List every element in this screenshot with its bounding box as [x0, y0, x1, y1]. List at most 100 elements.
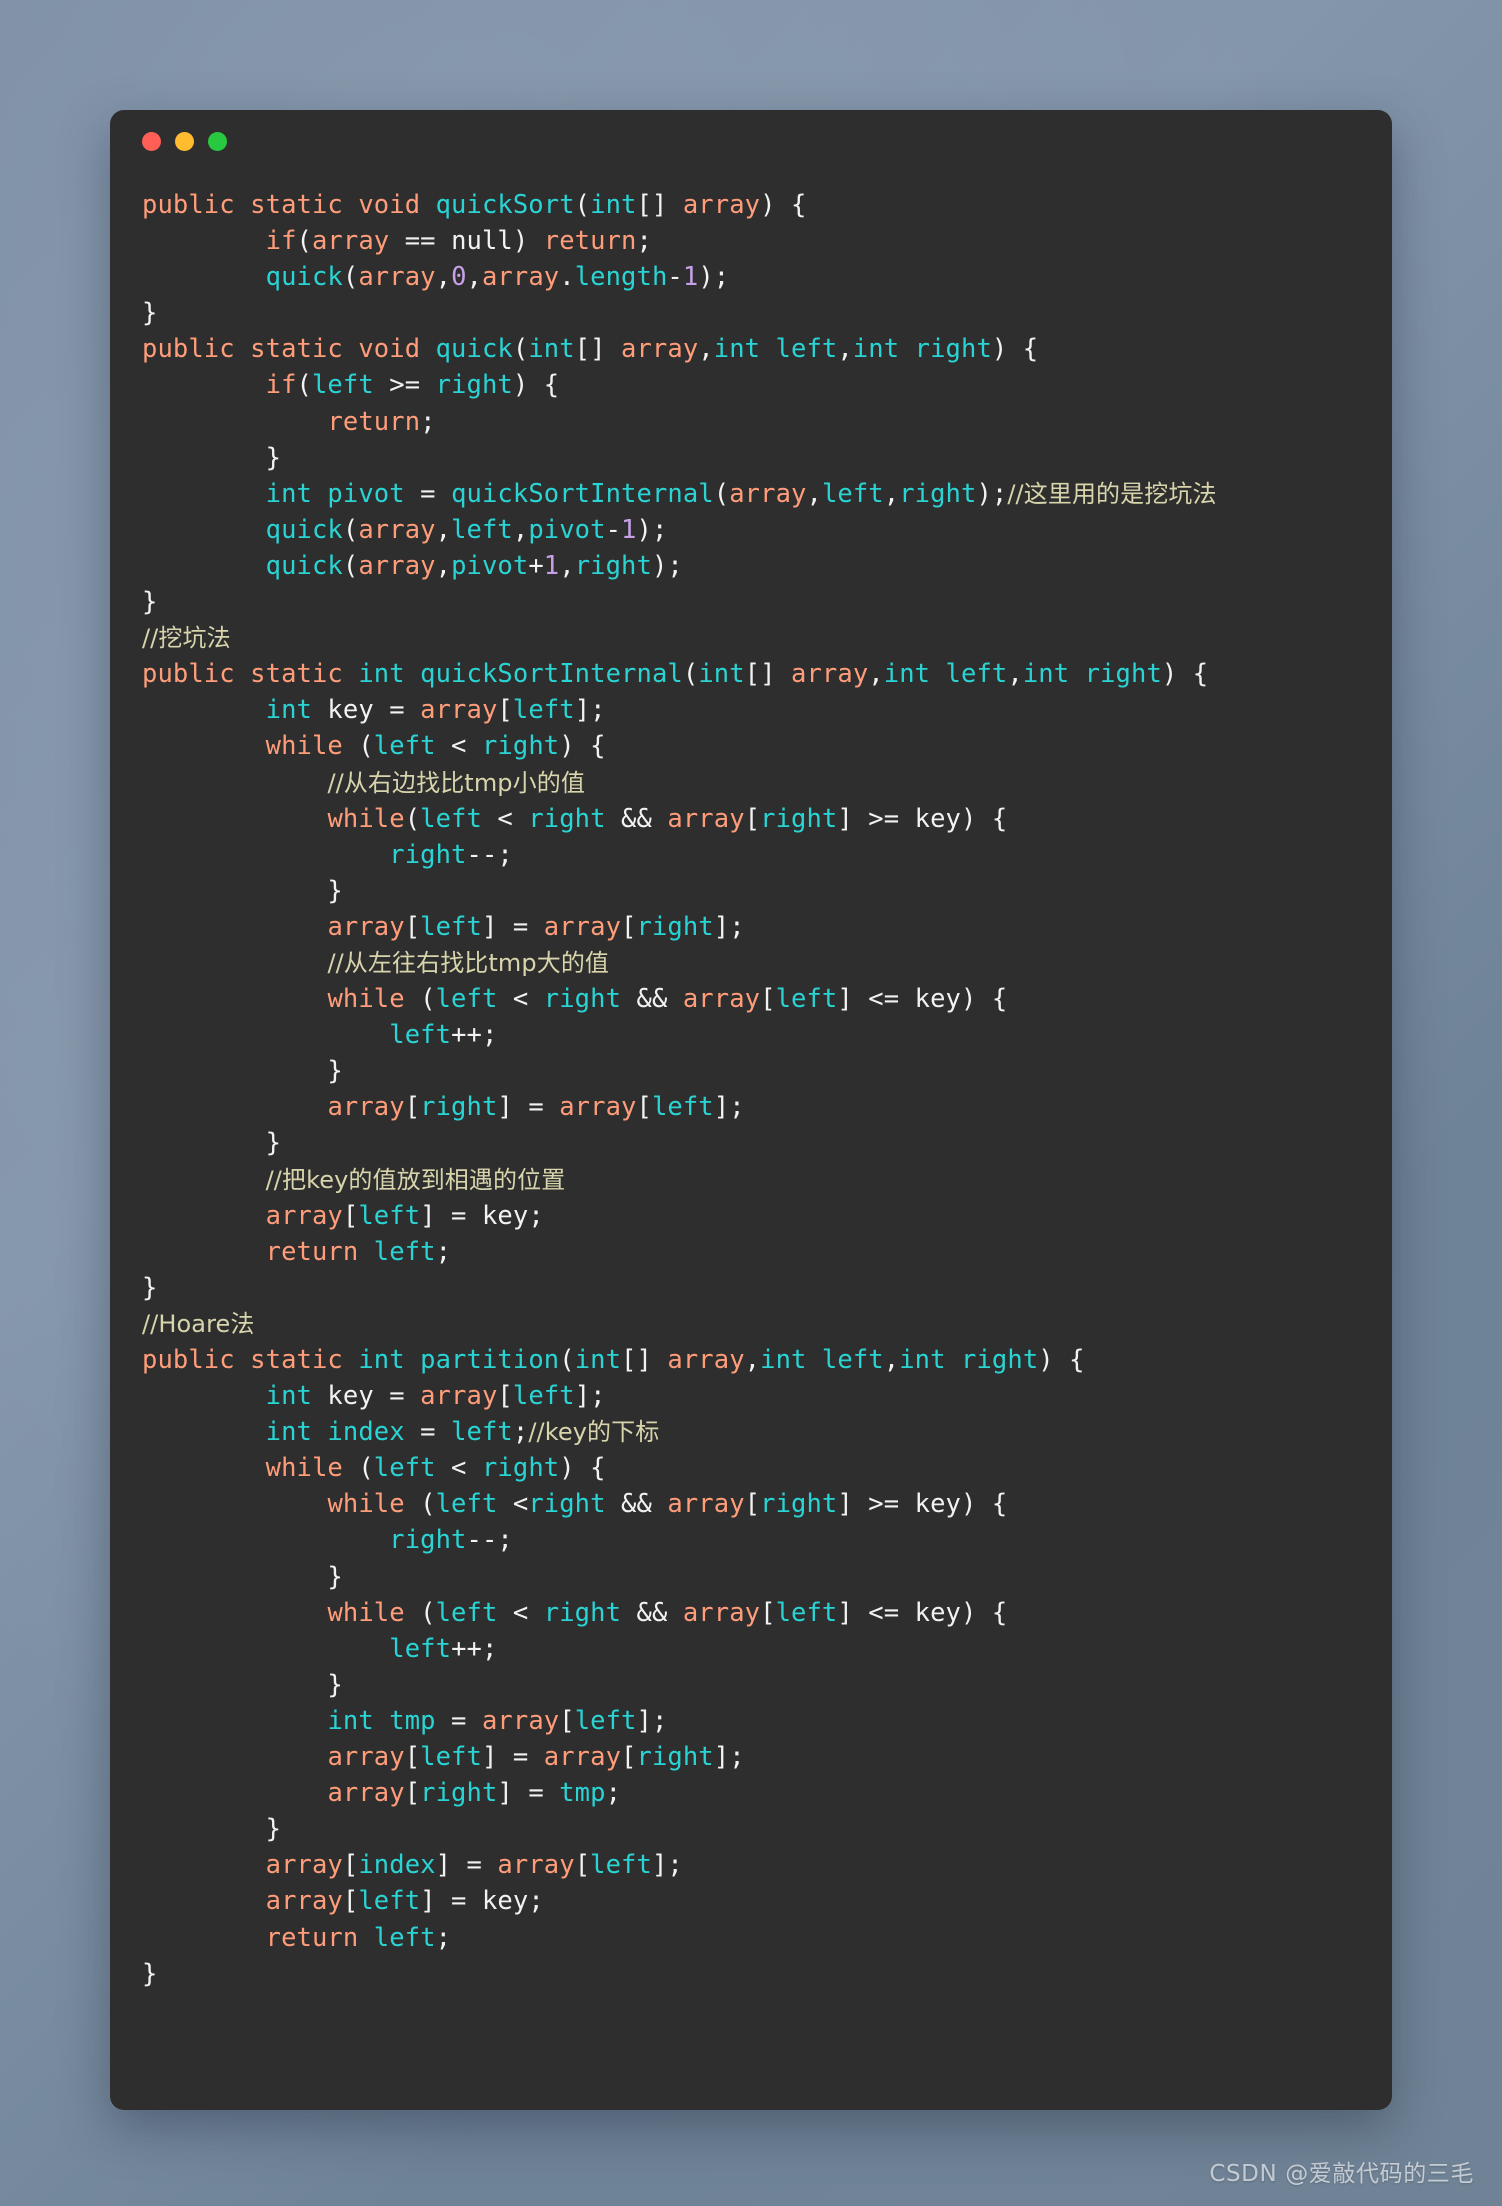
token-pun: (: [342, 731, 374, 762]
token-pun: null: [451, 226, 513, 257]
token-kw: public static void: [142, 190, 436, 220]
token-var: array: [497, 1850, 575, 1881]
token-pun: =: [404, 1417, 452, 1448]
token-typ: right: [574, 550, 652, 581]
token-pun: &&: [605, 803, 668, 834]
code-line: array[left] = key;: [142, 1883, 1362, 1919]
minimize-button[interactable]: [175, 131, 194, 151]
code-line: while (left < right) {: [142, 1450, 1362, 1486]
token-var: array: [682, 190, 761, 220]
token-pun: ] >= key) {: [837, 803, 1008, 834]
token-pun: ): [512, 226, 544, 257]
token-pun: [142, 479, 266, 509]
token-pun: ] <= key) {: [837, 984, 1008, 1015]
token-pun: ) {: [1038, 1345, 1085, 1375]
token-typ: right: [389, 1525, 467, 1556]
token-typ: int right: [1022, 659, 1162, 690]
token-pun: }: [142, 442, 282, 473]
token-var: array: [265, 1200, 343, 1231]
token-pun: --;: [466, 1525, 513, 1556]
token-pun: [142, 1706, 327, 1736]
token-pun: ] =: [481, 1742, 544, 1773]
window-titlebar: [110, 110, 1392, 172]
token-pun: (: [296, 226, 312, 257]
token-pun: [142, 1742, 327, 1772]
token-num: 1: [621, 514, 637, 545]
token-pun: ,: [1007, 659, 1023, 690]
token-typ: right: [420, 1778, 498, 1809]
token-typ: left: [389, 1020, 452, 1051]
token-pun: ] = key;: [420, 1200, 544, 1231]
token-pun: (: [512, 334, 529, 365]
token-typ: left: [574, 1705, 637, 1736]
token-pun: [142, 551, 266, 581]
token-var: array: [358, 514, 436, 545]
token-pun: [142, 515, 266, 545]
code-line: public static int quickSortInternal(int[…: [142, 656, 1362, 692]
code-line: //Hoare法: [142, 1306, 1362, 1342]
token-pun: -: [605, 514, 622, 545]
token-pun: [142, 407, 327, 437]
token-pun: ++;: [451, 1020, 498, 1051]
token-typ: length: [574, 262, 668, 293]
code-line: array[right] = tmp;: [142, 1775, 1362, 1811]
token-pun: }: [142, 1056, 343, 1087]
code-line: }: [142, 1270, 1362, 1306]
token-typ: left: [373, 1236, 436, 1267]
code-line: public static void quick(int[] array,int…: [142, 331, 1362, 367]
token-pun: ,: [744, 1345, 761, 1375]
token-var: array: [667, 1345, 745, 1375]
token-pun: >=: [373, 370, 436, 401]
code-line: int key = array[left];: [142, 1378, 1362, 1414]
code-content[interactable]: public static void quickSort(int[] array…: [110, 172, 1392, 2022]
code-line: while (left < right) {: [142, 728, 1362, 764]
token-var: array: [265, 1886, 343, 1917]
token-pun: [142, 1923, 266, 1953]
token-pun: ];: [574, 1381, 606, 1412]
token-kw: while: [265, 731, 343, 762]
token-kw: public static void: [142, 334, 436, 365]
token-pun: );: [698, 262, 730, 293]
token-kw: [405, 1345, 420, 1375]
token-pun: ,: [883, 1345, 900, 1375]
token-pun: [142, 1778, 327, 1808]
token-pun: ] = key;: [420, 1886, 544, 1917]
token-cmt: //Hoare法: [142, 1309, 255, 1338]
token-typ: int index: [265, 1417, 405, 1448]
token-pun: (: [559, 1345, 575, 1375]
token-pun: ) {: [991, 334, 1039, 365]
token-kw: public static: [142, 1345, 359, 1375]
token-typ: left: [451, 1417, 513, 1448]
maximize-button[interactable]: [208, 131, 227, 151]
token-cmt: //这里用的是挖坑法: [1007, 479, 1217, 508]
code-line: return left;: [142, 1234, 1362, 1270]
token-pun: }: [142, 1561, 343, 1592]
token-cmt: //把key的值放到相遇的位置: [265, 1165, 566, 1194]
token-pun: ,: [837, 334, 853, 365]
token-pun: [142, 1020, 389, 1050]
token-pun: ];: [713, 1092, 745, 1123]
code-line: public static int partition(int[] array,…: [142, 1342, 1362, 1378]
token-pun: ) {: [559, 1453, 606, 1484]
token-kw: if: [265, 370, 297, 401]
token-typ: index: [358, 1850, 436, 1881]
token-var: array: [682, 1597, 761, 1628]
token-pun: =: [404, 478, 452, 509]
code-line: left++;: [142, 1631, 1362, 1667]
token-var: array: [791, 659, 869, 690]
token-typ: right: [636, 1742, 714, 1773]
token-pun: []: [621, 1345, 668, 1375]
token-cmt: //挖坑法: [142, 624, 231, 653]
code-line: }: [142, 295, 1362, 331]
close-button[interactable]: [142, 131, 161, 151]
token-pun: [142, 1381, 266, 1411]
token-pun: ;: [435, 1922, 452, 1953]
token-pun: (: [342, 514, 359, 545]
token-var: array: [481, 1705, 560, 1736]
token-pun: [: [342, 1200, 359, 1231]
token-num: 1: [682, 262, 699, 293]
token-pun: }: [142, 1272, 158, 1303]
token-typ: left: [373, 731, 436, 762]
token-pun: [: [574, 1850, 591, 1881]
code-line: int index = left;//key的下标: [142, 1414, 1362, 1450]
